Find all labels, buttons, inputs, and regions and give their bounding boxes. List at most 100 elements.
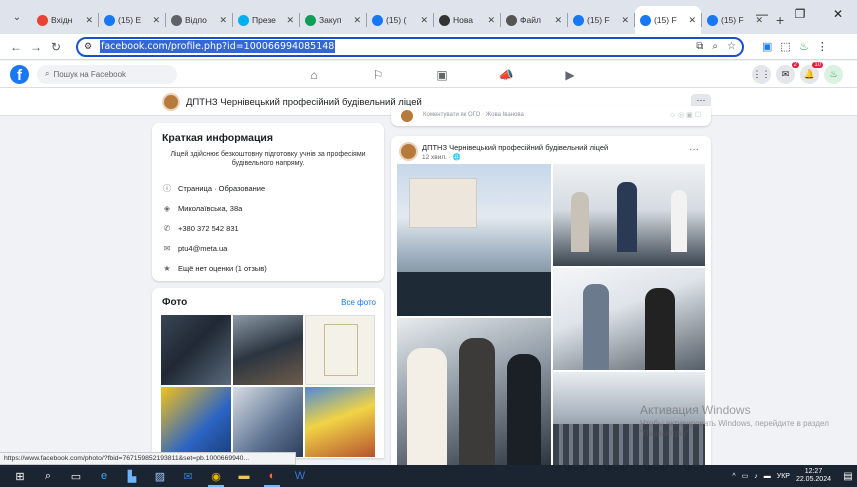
flag-icon[interactable]: ⚐ [346,61,410,88]
restore-icon[interactable]: ❐ [781,0,819,28]
reload-icon[interactable]: ↻ [46,40,66,54]
post-photo[interactable] [553,268,705,370]
speaker-figure [507,354,541,466]
minimize-icon[interactable]: — [743,0,781,28]
tab-search-icon[interactable]: ⌄ [6,6,28,28]
browser-tab[interactable]: (15) Е ✕ [99,6,165,34]
facebook-search-input[interactable]: ⌕ Пошук на Facebook [37,64,177,84]
app-icon[interactable]: ▨ [146,465,174,487]
url-text[interactable]: facebook.com/profile.php?id=100066994085… [100,40,336,53]
browser-tab[interactable]: Нова ✕ [434,6,500,34]
post-author-name[interactable]: ДПТНЗ Чернівецький професійний будівельн… [422,143,608,152]
clock[interactable]: 12:27 22.05.2024 [796,468,831,484]
close-tab-icon[interactable]: ✕ [554,15,562,26]
close-tab-icon[interactable]: ✕ [219,15,227,26]
page-title[interactable]: ДПТНЗ Чернівецький професійний будівельн… [186,97,422,108]
close-tab-icon[interactable]: ✕ [688,15,696,26]
close-tab-icon[interactable]: ✕ [353,15,361,26]
post-author-avatar[interactable] [399,142,418,161]
close-tab-icon[interactable]: ✕ [621,15,629,26]
search-icon[interactable]: ⌕ [34,465,62,487]
messenger-icon[interactable]: ✉ 2 [776,62,799,84]
browser-tab[interactable]: Закуп ✕ [300,6,366,34]
browser-tab[interactable]: Відпо ✕ [166,6,232,34]
tab-title: (15) F [587,15,610,25]
app-icon[interactable]: ▙ [118,465,146,487]
comment-actions-icons[interactable]: ☺ ◎ ▣ ☐ [669,111,701,119]
close-tab-icon[interactable]: ✕ [420,15,428,26]
network-icon[interactable]: ▭ [742,472,749,480]
post-photo[interactable] [397,318,551,466]
language-indicator[interactable]: УКР [777,473,790,480]
close-tab-icon[interactable]: ✕ [286,15,294,26]
intro-info-text[interactable]: +380 372 542 831 [178,224,239,233]
notification-center-icon[interactable]: ▤ [839,465,857,487]
close-window-icon[interactable]: ✕ [819,0,857,28]
page-avatar[interactable] [162,93,180,111]
photo-thumbnail[interactable] [305,315,375,385]
notifications-bell-icon[interactable]: 🔔 10 [800,62,823,84]
post-photo[interactable] [397,164,551,316]
home-icon[interactable]: ⌂ [282,61,346,88]
facebook-icon [573,14,584,26]
presentation-screen [409,178,477,228]
browser-tab[interactable]: Файл ✕ [501,6,567,34]
photo-thumbnail[interactable] [161,387,231,457]
menu-grid-icon[interactable]: ⋮⋮ [752,65,771,84]
windows-start-icon[interactable]: ⊞ [6,465,34,487]
facebook-logo-icon[interactable]: f [10,64,29,84]
marketplace-icon[interactable]: ▣ [410,61,474,88]
chrome-icon[interactable]: ◉ [202,465,230,487]
notifications-badge: 10 [812,62,823,68]
intro-card: Краткая информация Ліцей здійснює безкош… [152,123,384,281]
location-icon: ◈ [163,203,171,213]
extension-icon[interactable]: ▣ [762,40,772,53]
close-tab-icon[interactable]: ✕ [487,15,495,26]
facebook-header: f ⌕ Пошук на Facebook ⌂ ⚐ ▣ 📣 ▶ ⋮⋮ ✉ 2 🔔 1… [0,61,857,88]
browser-tab[interactable]: (15) F ✕ [568,6,634,34]
edge-icon[interactable]: e [90,465,118,487]
tray-chevron-icon[interactable]: ^ [732,473,735,480]
photo-thumbnail[interactable] [233,315,303,385]
browser-menu-icon[interactable]: ⋮ [817,40,828,53]
facebook-nav: ⌂ ⚐ ▣ 📣 ▶ [282,61,602,88]
extensions-puzzle-icon[interactable]: ⬚ [780,40,790,53]
task-view-icon[interactable]: ▭ [62,465,90,487]
photo-thumbnail[interactable] [233,387,303,457]
bookmark-star-icon[interactable]: ☆ [727,41,736,52]
facebook-icon [640,14,651,26]
browser-tab[interactable]: Вхідн ✕ [32,6,98,34]
volume-icon[interactable]: ♪ [754,473,758,480]
system-tray: ^ ▭ ♪ ▬ УКР 12:27 22.05.2024 ▤ [732,465,857,487]
browser-tab[interactable]: Презе ✕ [233,6,299,34]
account-avatar[interactable]: ♨ [824,65,843,84]
certificate-seal-icon [324,324,358,376]
back-icon[interactable]: ← [6,40,26,54]
zoom-icon[interactable]: ⌕ [712,41,718,52]
site-info-icon[interactable]: ⚙ [84,41,100,52]
watch-icon[interactable]: ▶ [538,61,602,88]
install-icon[interactable]: ⧉ [696,41,703,52]
close-tab-icon[interactable]: ✕ [85,15,93,26]
megaphone-icon[interactable]: 📣 [474,61,538,88]
close-tab-icon[interactable]: ✕ [152,15,160,26]
post-timestamp[interactable]: 12 хвил. · 🌐 [422,153,461,161]
word-icon[interactable]: W [286,465,314,487]
profile-icon[interactable]: ♨ [799,40,809,53]
photo-thumbnail[interactable] [161,315,231,385]
photo-thumbnail[interactable] [305,387,375,457]
address-bar[interactable]: ⚙ facebook.com/profile.php?id=1000669940… [76,36,744,57]
tab-title: (15) ( [386,15,407,25]
browser-tab[interactable]: (15) F ✕ [635,6,701,34]
info-icon: ⓘ [163,183,171,193]
intro-info-text[interactable]: ptu4@meta.ua [178,244,227,253]
forward-icon[interactable]: → [26,40,46,54]
battery-icon[interactable]: ▬ [764,473,771,480]
app-icon[interactable]: ◐ [258,465,286,487]
browser-tab[interactable]: (15) ( ✕ [367,6,433,34]
see-all-photos-link[interactable]: Все фото [341,298,376,307]
outlook-icon[interactable]: ✉ [174,465,202,487]
post-photo[interactable] [553,164,705,266]
post-more-icon[interactable]: ··· [689,144,699,155]
file-explorer-icon[interactable]: ▬ [230,465,258,487]
